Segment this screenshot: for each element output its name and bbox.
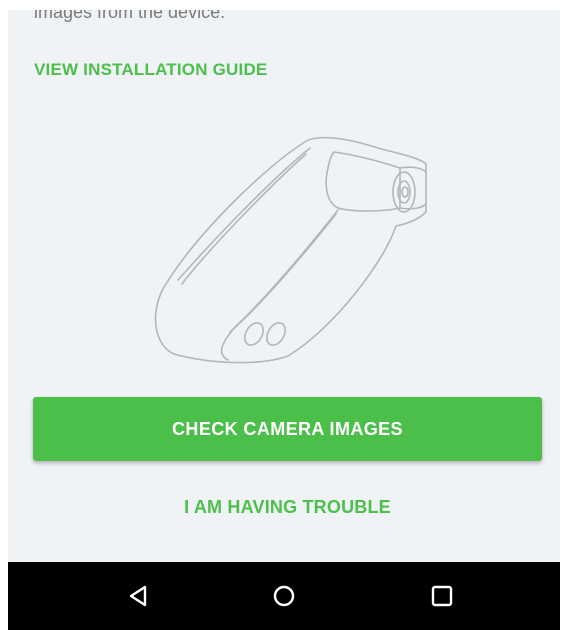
back-button[interactable]: [118, 576, 158, 616]
home-button[interactable]: [264, 576, 304, 616]
view-installation-guide-link[interactable]: VIEW INSTALLATION GUIDE: [34, 60, 267, 80]
recents-icon: [431, 585, 453, 607]
back-icon: [129, 585, 147, 607]
system-navigation-bar: [8, 562, 560, 630]
recents-button[interactable]: [422, 576, 462, 616]
home-icon: [273, 585, 295, 607]
screen: images from the device. VIEW INSTALLATIO…: [8, 10, 560, 630]
dash-camera-illustration: [154, 136, 427, 364]
check-camera-images-button[interactable]: CHECK CAMERA IMAGES: [33, 397, 542, 461]
having-trouble-button[interactable]: I AM HAVING TROUBLE: [33, 487, 542, 527]
body-text: images from the device.: [34, 10, 226, 22]
